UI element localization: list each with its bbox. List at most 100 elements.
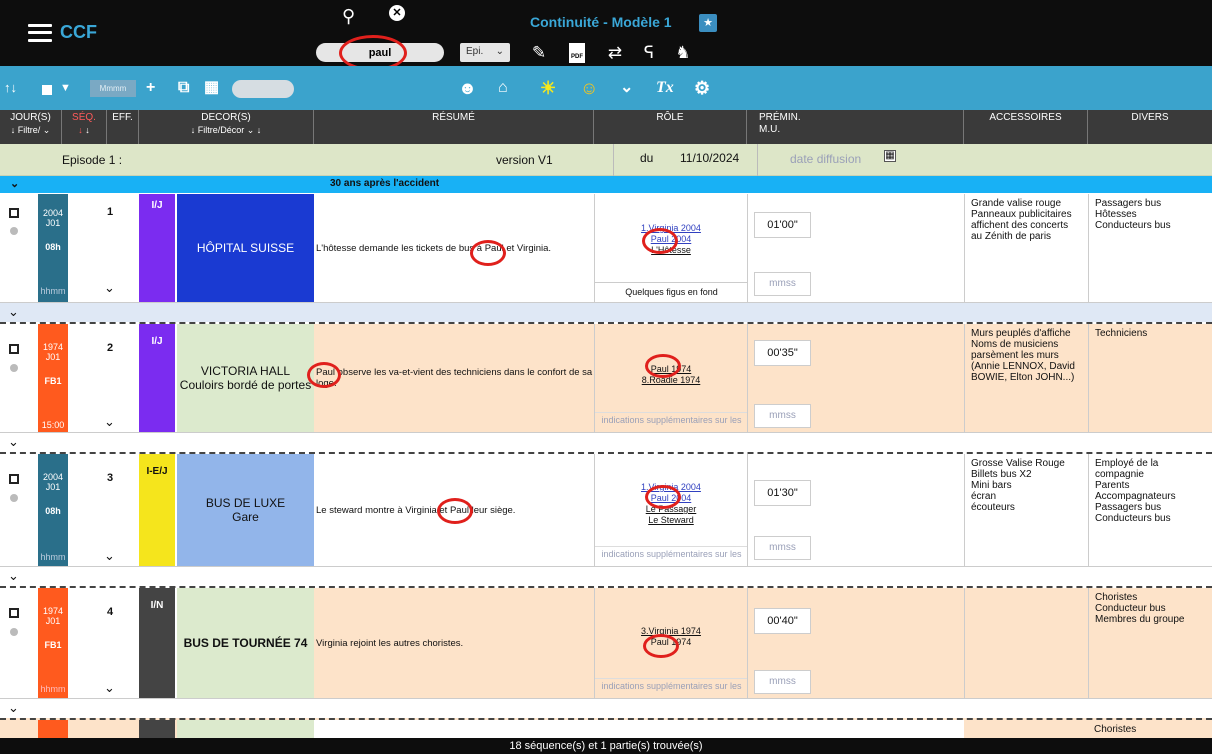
role-item[interactable]: Paul 1974 bbox=[595, 637, 747, 648]
role-item[interactable]: Le Passager bbox=[595, 504, 747, 515]
col-resume[interactable]: RÉSUMÉ bbox=[314, 110, 594, 144]
people-icon[interactable]: ☻ bbox=[458, 78, 477, 98]
chevron-down-icon[interactable]: ⌄ bbox=[8, 700, 19, 716]
chevron-down-icon[interactable]: ⌄ bbox=[104, 548, 115, 564]
dropdown-arrow-icon[interactable]: ▼ bbox=[60, 78, 71, 98]
chevron-down-icon[interactable]: ⌄ bbox=[104, 280, 115, 296]
duplicate-icon[interactable]: ⧉ bbox=[178, 78, 189, 98]
premin-value[interactable]: 00'35" bbox=[754, 340, 811, 366]
add-icon[interactable]: + bbox=[146, 78, 155, 98]
resume-text[interactable]: Virginia rejoint les autres choristes. bbox=[314, 588, 594, 698]
day-cell[interactable]: 1974 J01 FB1 15:00 bbox=[38, 324, 68, 432]
clear-format-icon[interactable]: Tx bbox=[656, 78, 674, 98]
sequence-row-1[interactable]: 2004 J01 08h hhmm 1 ⌄ I/J HÔPITAL SUISSE… bbox=[0, 194, 1212, 302]
edit-icon[interactable]: ✎ bbox=[528, 42, 550, 64]
divers-cell[interactable]: Passagers bus Hôtesses Conducteurs bus bbox=[1088, 194, 1212, 302]
search-replace-icon[interactable]: ᕋ bbox=[638, 42, 660, 64]
role-cell[interactable]: Paul 1974 8.Roadie 1974 indications supp… bbox=[594, 324, 748, 432]
day-cell[interactable]: 2004 J01 08h hhmm bbox=[38, 454, 68, 566]
divers-cell[interactable]: Choristes bbox=[1088, 720, 1212, 740]
episode-select[interactable]: Epi. ⌄ bbox=[460, 43, 510, 62]
eff-cell[interactable]: I-E/J bbox=[139, 454, 175, 566]
search-icon[interactable]: ⚲ bbox=[342, 6, 355, 27]
col-decor-filter[interactable]: Filtre/Décor bbox=[198, 125, 245, 135]
row-checkbox[interactable] bbox=[9, 608, 19, 618]
day-cell[interactable]: 1974 J01 FB1 hhmm bbox=[38, 588, 68, 698]
col-eff[interactable]: EFF. bbox=[107, 110, 139, 144]
resume-text[interactable]: Paul observe les va-et-vient des technic… bbox=[314, 324, 594, 432]
hour-field[interactable]: 15:00 bbox=[38, 420, 68, 430]
resume-text[interactable]: Le steward montre à Virginia et Paul leu… bbox=[314, 454, 594, 566]
select-square-icon[interactable] bbox=[42, 85, 52, 95]
seq-number[interactable]: 1 bbox=[100, 206, 120, 218]
col-jour[interactable]: JOUR(S) ↓ Filtre/ ⌄ bbox=[0, 110, 62, 144]
col-premin[interactable]: PRÉMIN. M.U. bbox=[747, 110, 964, 144]
episode-date[interactable]: 11/10/2024 bbox=[680, 151, 739, 165]
resume-text[interactable]: L'hôtesse demande les tickets de bus à P… bbox=[314, 194, 594, 302]
premin-value[interactable]: 01'00" bbox=[754, 212, 811, 238]
premin-placeholder[interactable]: mmss bbox=[754, 404, 811, 428]
sequence-row-5[interactable]: Choristes bbox=[0, 718, 1212, 740]
episode-version[interactable]: version V1 bbox=[496, 153, 553, 167]
decor-cell[interactable]: VICTORIA HALL Couloirs bordé de portes bbox=[177, 324, 314, 432]
role-item[interactable]: Paul 1974 bbox=[595, 364, 747, 375]
home-icon[interactable]: ⌂ bbox=[498, 78, 508, 98]
col-jour-filter[interactable]: Filtre/ bbox=[18, 125, 41, 135]
resume-cell[interactable] bbox=[314, 720, 964, 740]
part-chevron-icon[interactable]: ⌄ bbox=[10, 177, 19, 190]
sun-icon[interactable]: ☀ bbox=[540, 78, 556, 98]
swap-arrows-icon[interactable]: ⇄ bbox=[604, 42, 626, 64]
role-item[interactable]: L'Hôtesse bbox=[595, 245, 747, 256]
sequence-row-2[interactable]: 1974 J01 FB1 15:00 2 ⌄ I/J VICTORIA HALL… bbox=[0, 322, 1212, 432]
view-toggle[interactable] bbox=[232, 80, 294, 98]
decor-cell[interactable]: BUS DE TOURNÉE 74 bbox=[177, 588, 314, 698]
decor-cell[interactable]: HÔPITAL SUISSE bbox=[177, 194, 314, 302]
favorite-star-button[interactable]: ★ bbox=[699, 14, 717, 32]
role-item[interactable]: 1.Virginia 2004 bbox=[595, 482, 747, 493]
role-item[interactable]: 8.Roadie 1974 bbox=[595, 375, 747, 386]
col-seq[interactable]: SÉQ. ↓ ↓ bbox=[62, 110, 107, 144]
role-item[interactable]: 1.Virginia 2004 bbox=[595, 223, 747, 234]
eff-cell[interactable] bbox=[139, 720, 175, 740]
role-cell[interactable]: 1.Virginia 2004 Paul 2004 L'Hôtesse Quel… bbox=[594, 194, 748, 302]
search-input[interactable] bbox=[316, 43, 444, 62]
role-cell[interactable]: 1.Virginia 2004 Paul 2004 Le Passager Le… bbox=[594, 454, 748, 566]
role-note[interactable]: indications supplémentaires sur les bbox=[595, 412, 748, 426]
eff-cell[interactable]: I/J bbox=[139, 194, 175, 302]
role-note[interactable]: Quelques figus en fond bbox=[595, 282, 748, 298]
grid-view-icon[interactable]: ▦ bbox=[204, 78, 219, 98]
premin-placeholder[interactable]: mmss bbox=[754, 272, 811, 296]
app-logo[interactable]: CCF bbox=[28, 22, 97, 43]
chevron-down-icon[interactable]: ⌄ bbox=[620, 78, 633, 98]
role-item[interactable]: 3.Virginia 1974 bbox=[595, 626, 747, 637]
hour-field[interactable]: hhmm bbox=[38, 684, 68, 694]
role-note[interactable]: indications supplémentaires sur les bbox=[595, 678, 748, 692]
accessoires-cell[interactable] bbox=[964, 588, 1088, 698]
day-cell[interactable] bbox=[38, 720, 68, 740]
col-role[interactable]: RÔLE bbox=[594, 110, 747, 144]
eff-cell[interactable]: I/N bbox=[139, 588, 175, 698]
sequence-row-3[interactable]: 2004 J01 08h hhmm 3 ⌄ I-E/J BUS DE LUXE … bbox=[0, 452, 1212, 566]
seq-number[interactable]: 2 bbox=[100, 342, 120, 354]
premin-placeholder[interactable]: mmss bbox=[754, 670, 811, 694]
seq-number[interactable]: 4 bbox=[100, 606, 120, 618]
divers-cell[interactable]: Techniciens bbox=[1088, 324, 1212, 432]
accessoires-cell[interactable]: Grande valise rouge Panneaux publicitair… bbox=[964, 194, 1088, 302]
accessoires-cell[interactable]: Grosse Valise Rouge Billets bus X2 Mini … bbox=[964, 454, 1088, 566]
role-cell[interactable]: 3.Virginia 1974 Paul 1974 indications su… bbox=[594, 588, 748, 698]
menu-icon[interactable] bbox=[28, 23, 52, 42]
eff-cell[interactable]: I/J bbox=[139, 324, 175, 432]
day-cell[interactable]: 2004 J01 08h hhmm bbox=[38, 194, 68, 302]
clear-search-icon[interactable]: ✕ bbox=[389, 5, 405, 21]
row-checkbox[interactable] bbox=[9, 344, 19, 354]
date-diffusion-field[interactable]: date diffusion bbox=[790, 152, 861, 166]
chevron-down-icon[interactable]: ⌄ bbox=[8, 434, 19, 450]
divers-cell[interactable]: Choristes Conducteur bus Membres du grou… bbox=[1088, 588, 1212, 698]
calendar-icon[interactable]: ▦ bbox=[884, 150, 896, 162]
hour-field[interactable]: hhmm bbox=[38, 286, 68, 296]
user-settings-icon[interactable]: ♞ bbox=[672, 42, 694, 64]
smiley-icon[interactable]: ☺ bbox=[580, 78, 598, 98]
role-item[interactable]: Paul 2004 bbox=[595, 493, 747, 504]
chevron-down-icon[interactable]: ⌄ bbox=[8, 304, 19, 320]
row-checkbox[interactable] bbox=[9, 208, 19, 218]
